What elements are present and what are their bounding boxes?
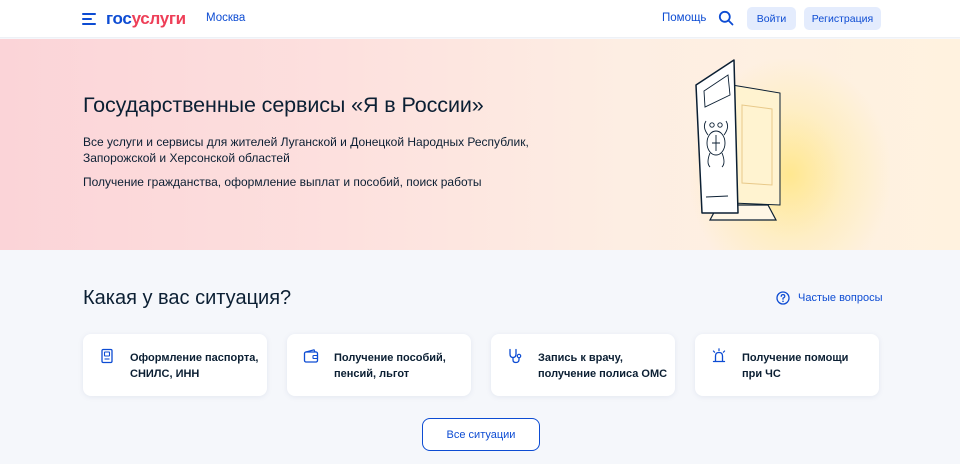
- faq-link[interactable]: Частые вопросы: [776, 291, 883, 305]
- help-link[interactable]: Помощь: [662, 12, 706, 24]
- hero-banner: Государственные сервисы «Я в России» Все…: [0, 39, 960, 250]
- hero-title: Государственные сервисы «Я в России»: [83, 93, 484, 117]
- situation-card-label: Получение пособий, пенсий, льгот: [334, 352, 446, 380]
- stethoscope-icon: [509, 348, 522, 364]
- situation-card-doctor[interactable]: Запись к врачу, получение полиса ОМС: [491, 334, 675, 396]
- register-button[interactable]: Регистрация: [804, 7, 881, 30]
- situation-card-label: Запись к врачу, получение полиса ОМС: [538, 352, 668, 380]
- logo-part-uslugi: услуги: [131, 9, 187, 28]
- all-situations-button[interactable]: Все ситуации: [422, 418, 540, 451]
- search-icon[interactable]: [718, 10, 734, 26]
- top-header: госуслуги Москва Помощь Войти Регистраци…: [0, 0, 960, 38]
- siren-icon: [712, 348, 726, 363]
- situations-title: Какая у вас ситуация?: [83, 287, 292, 309]
- hero-subtitle-services: Получение гражданства, оформление выплат…: [83, 175, 482, 189]
- passport-illustration: [695, 59, 781, 221]
- burger-menu-icon[interactable]: [82, 13, 96, 25]
- document-icon: [101, 348, 113, 364]
- situation-card-passport[interactable]: Оформление паспорта, СНИЛС, ИНН: [83, 334, 267, 396]
- situation-card-benefits[interactable]: Получение пособий, пенсий, льгот: [287, 334, 471, 396]
- hero-subtitle: Все услуги и сервисы для жителей Луганск…: [83, 135, 529, 165]
- login-button[interactable]: Войти: [747, 7, 796, 30]
- situation-card-emergency[interactable]: Получение помощи при ЧС: [695, 334, 879, 396]
- situation-card-label: Оформление паспорта, СНИЛС, ИНН: [130, 352, 259, 380]
- faq-label: Частые вопросы: [798, 292, 883, 304]
- gosuslugi-logo[interactable]: госуслуги: [106, 9, 186, 29]
- situation-card-label: Получение помощи при ЧС: [742, 352, 849, 380]
- question-circle-icon: [776, 291, 790, 305]
- logo-part-gos: гос: [106, 9, 132, 28]
- city-selector[interactable]: Москва: [206, 12, 245, 24]
- wallet-icon: [303, 349, 319, 363]
